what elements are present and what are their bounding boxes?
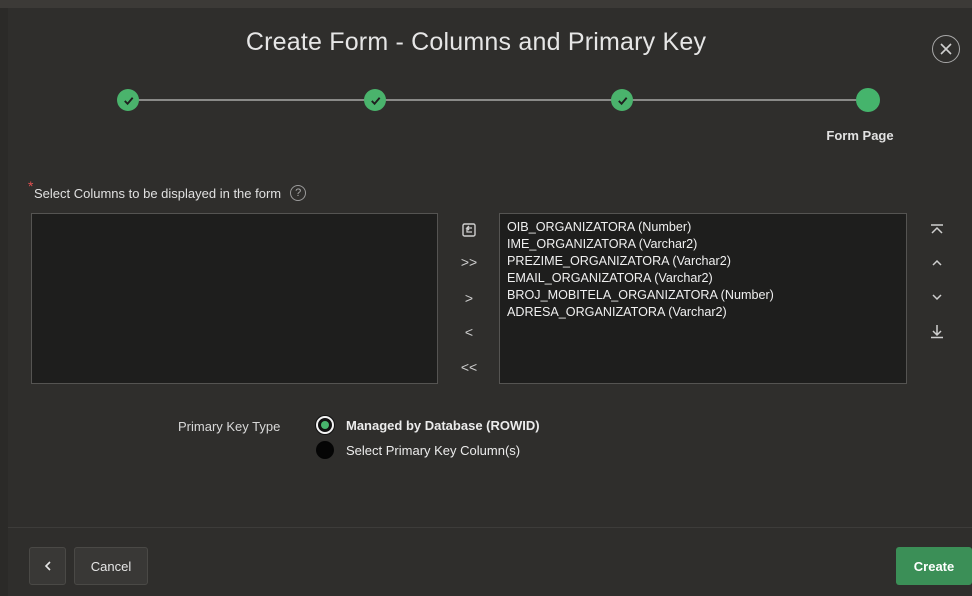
wizard-step-2 bbox=[364, 89, 386, 111]
radio-label: Select Primary Key Column(s) bbox=[346, 442, 521, 458]
wizard-progress-line bbox=[138, 99, 862, 101]
selected-columns-list[interactable]: OIB_ORGANIZATORA (Number) IME_ORGANIZATO… bbox=[499, 213, 907, 384]
move-up-icon bbox=[932, 259, 942, 266]
previous-button[interactable] bbox=[29, 547, 66, 585]
checkmark-icon bbox=[617, 96, 627, 105]
move-top-icon bbox=[931, 224, 943, 234]
move-all-button[interactable]: >> bbox=[457, 251, 481, 273]
list-item[interactable]: BROJ_MOBITELA_ORGANIZATORA (Number) bbox=[507, 287, 906, 304]
remove-button[interactable]: < bbox=[457, 321, 481, 343]
primary-key-type-label: Primary Key Type bbox=[178, 419, 281, 434]
move-down-button[interactable] bbox=[925, 286, 949, 308]
checkmark-icon bbox=[123, 96, 133, 105]
list-item[interactable]: ADRESA_ORGANIZATORA (Varchar2) bbox=[507, 304, 906, 321]
columns-label-text: Select Columns to be displayed in the fo… bbox=[34, 185, 282, 201]
radio-option-rowid[interactable]: Managed by Database (ROWID) bbox=[316, 416, 540, 434]
move-down-icon bbox=[932, 294, 942, 301]
wizard-step-1 bbox=[117, 89, 139, 111]
close-button[interactable] bbox=[932, 35, 960, 63]
columns-field-label: Select Columns to be displayed in the fo… bbox=[34, 185, 307, 201]
help-icon[interactable]: ? bbox=[290, 185, 307, 201]
move-top-button[interactable] bbox=[925, 219, 949, 241]
move-up-button[interactable] bbox=[925, 252, 949, 274]
list-item[interactable]: OIB_ORGANIZATORA (Number) bbox=[507, 219, 906, 236]
wizard-step-4-current bbox=[856, 88, 880, 112]
list-item[interactable]: IME_ORGANIZATORA (Varchar2) bbox=[507, 236, 906, 253]
reset-icon bbox=[462, 223, 476, 237]
move-bottom-icon bbox=[931, 325, 943, 339]
close-icon bbox=[940, 43, 952, 55]
checkmark-icon bbox=[370, 96, 380, 105]
remove-all-button[interactable]: << bbox=[457, 356, 481, 378]
chevron-left-icon bbox=[44, 561, 51, 571]
reset-button[interactable] bbox=[457, 219, 481, 241]
wizard-step-3 bbox=[611, 89, 633, 111]
dialog-title: Create Form - Columns and Primary Key bbox=[245, 28, 707, 56]
radio-button-unchecked[interactable] bbox=[316, 441, 334, 459]
list-item[interactable]: PREZIME_ORGANIZATORA (Varchar2) bbox=[507, 253, 906, 270]
move-bottom-button[interactable] bbox=[925, 320, 949, 342]
top-strip bbox=[0, 0, 972, 8]
radio-label: Managed by Database (ROWID) bbox=[346, 417, 540, 433]
radio-option-pk-columns[interactable]: Select Primary Key Column(s) bbox=[316, 441, 520, 459]
list-item[interactable]: EMAIL_ORGANIZATORA (Varchar2) bbox=[507, 270, 906, 287]
create-button[interactable]: Create bbox=[896, 547, 972, 585]
cancel-button[interactable]: Cancel bbox=[74, 547, 148, 585]
footer-divider bbox=[8, 527, 972, 528]
wizard-step-label: Form Page bbox=[826, 128, 894, 143]
available-columns-list[interactable] bbox=[31, 213, 438, 384]
required-marker: * bbox=[28, 178, 34, 194]
radio-button-checked[interactable] bbox=[316, 416, 334, 434]
move-button[interactable]: > bbox=[457, 287, 481, 309]
